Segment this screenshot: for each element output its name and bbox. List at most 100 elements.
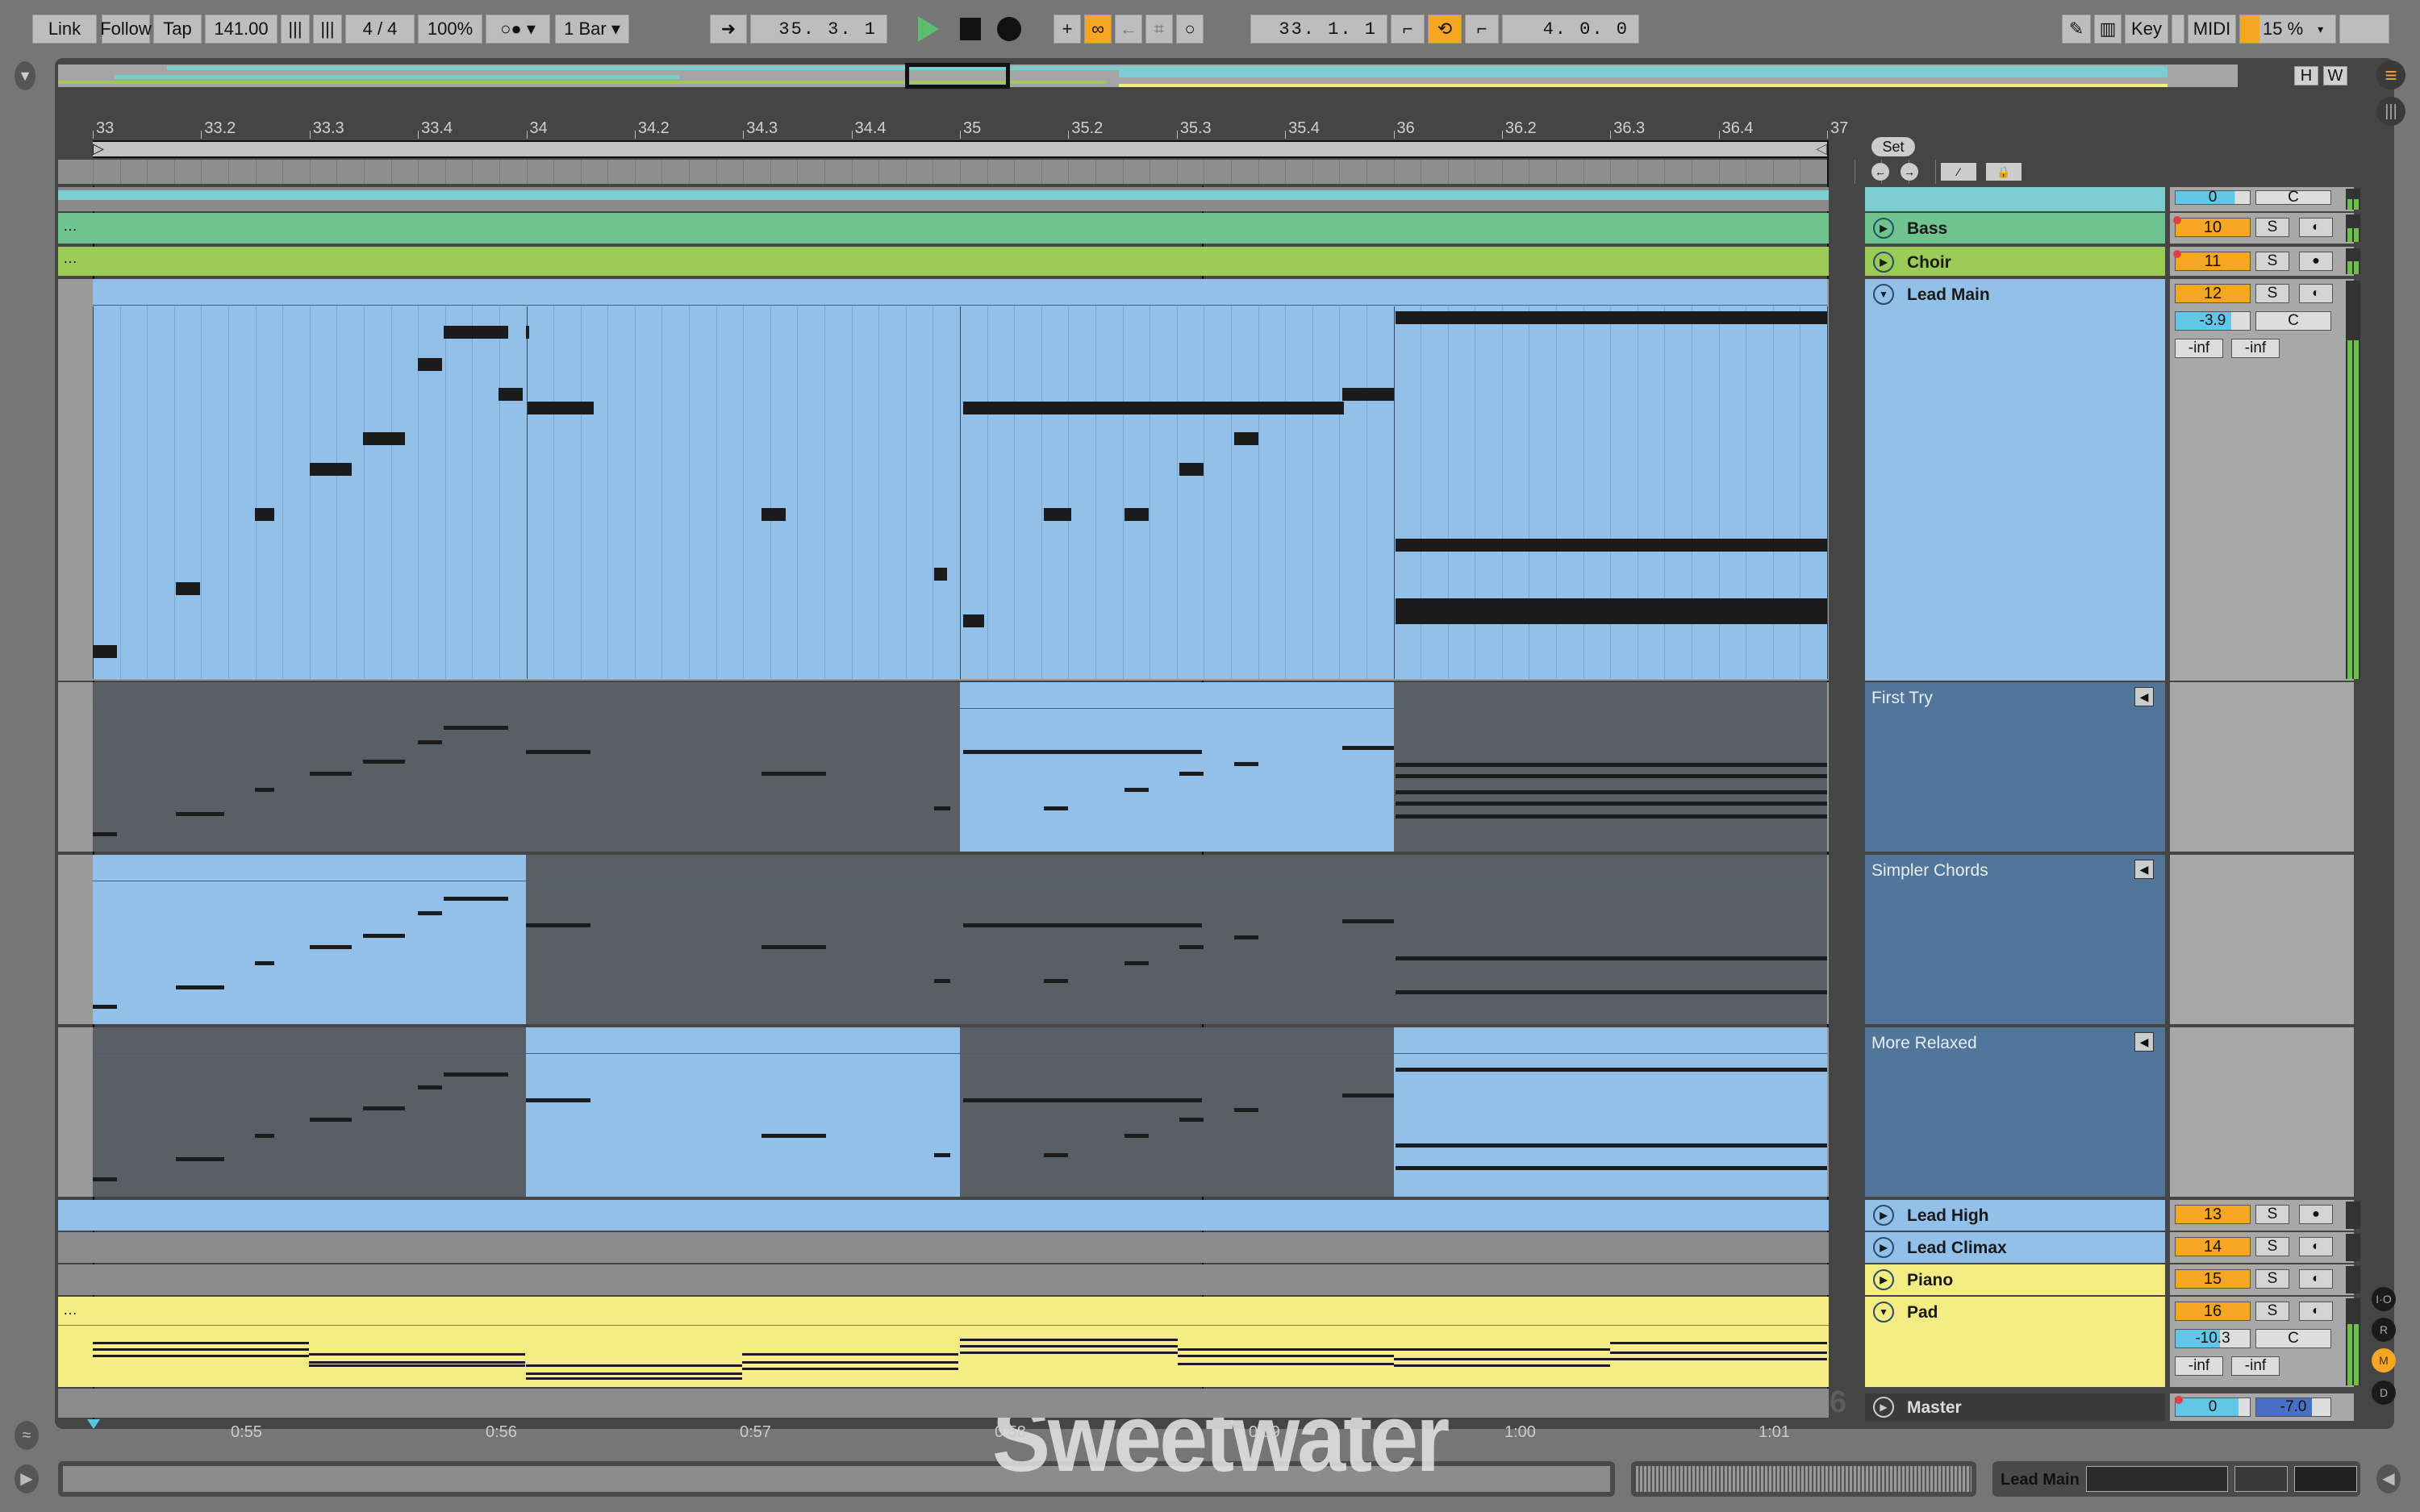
midi-note[interactable] (499, 388, 523, 401)
midi-note[interactable] (310, 945, 352, 949)
track-activator[interactable]: 11 (2175, 252, 2251, 271)
record-icon[interactable] (997, 17, 1021, 41)
midi-note[interactable] (255, 1134, 274, 1138)
midi-note[interactable] (1342, 919, 1394, 923)
clip-menu-icon[interactable]: … (63, 1302, 77, 1318)
midi-note[interactable] (363, 760, 405, 764)
track-header[interactable]: ▶ Lead Climax (1865, 1232, 2165, 1263)
detail-toggle-icon[interactable]: ◀ (2376, 1464, 2401, 1493)
play-icon[interactable] (918, 16, 939, 42)
midi-note[interactable] (1234, 935, 1258, 939)
cpu-meter[interactable]: 15 % ▾ (2239, 15, 2336, 44)
track-volume[interactable]: 0 (2175, 190, 2251, 205)
midi-note[interactable] (761, 945, 826, 949)
loop-start-marker-icon[interactable]: ▷ (93, 140, 104, 157)
collapse-icon[interactable]: ▼ (15, 61, 35, 90)
nudge-down-icon[interactable]: ||| (281, 15, 310, 44)
stop-icon[interactable] (960, 18, 981, 40)
arm-icon[interactable]: ● (2299, 1205, 2333, 1224)
midi-note[interactable] (526, 1372, 742, 1375)
midi-note[interactable] (93, 1342, 309, 1344)
track-activator[interactable]: 14 (2175, 1237, 2251, 1256)
io-toggle-button[interactable]: I·O (2372, 1287, 2396, 1311)
midi-note[interactable] (310, 1118, 352, 1122)
track-header[interactable]: ▼ Lead Main (1865, 279, 2165, 681)
groove-amount-field[interactable]: 100% (418, 15, 482, 44)
overview-viewport[interactable] (905, 63, 1010, 89)
track-activator[interactable]: 13 (2175, 1205, 2251, 1224)
midi-note[interactable] (1396, 814, 1827, 818)
midi-note[interactable] (1342, 1093, 1394, 1098)
clip-menu-icon[interactable]: … (63, 218, 77, 235)
nudge-up-icon[interactable]: ||| (313, 15, 342, 44)
arm-icon[interactable]: ◐ (2299, 1302, 2333, 1321)
midi-note[interactable] (1178, 1348, 1394, 1351)
midi-note[interactable] (960, 1352, 1178, 1354)
midi-note[interactable] (526, 326, 529, 339)
speaker-icon[interactable]: ◀ (2134, 1032, 2154, 1052)
midi-note[interactable] (1396, 311, 1827, 324)
midi-note[interactable] (1044, 1153, 1068, 1157)
midi-note[interactable] (963, 1098, 1202, 1102)
midi-note[interactable] (363, 432, 405, 445)
midi-note[interactable] (1396, 539, 1827, 552)
fit-width-button[interactable]: W (2323, 66, 2347, 85)
loop-length-field[interactable]: 4. 0. 0 (1502, 15, 1639, 44)
quantize-dropdown[interactable]: 1 Bar ▾ (555, 15, 629, 44)
solo-button[interactable]: S (2255, 284, 2289, 303)
solo-button[interactable]: S (2255, 252, 2289, 271)
midi-note[interactable] (310, 463, 352, 476)
midi-note[interactable] (93, 1177, 117, 1181)
speaker-icon[interactable]: ◀ (2134, 687, 2154, 706)
session-record-icon[interactable]: ○ (1176, 15, 1204, 44)
midi-note[interactable] (742, 1361, 958, 1364)
midi-note[interactable] (418, 740, 442, 744)
midi-note[interactable] (93, 645, 117, 658)
midi-note[interactable] (963, 402, 1202, 414)
midi-note[interactable] (1396, 774, 1827, 778)
follow-button[interactable]: Follow (100, 15, 152, 44)
follow-arrow-icon[interactable]: ➜ (710, 15, 747, 44)
track-header[interactable]: ▶ Piano (1865, 1264, 2165, 1295)
solo-button[interactable]: S (2255, 218, 2289, 237)
capture-midi-icon[interactable]: ⌗ (1145, 15, 1173, 44)
next-locator-icon[interactable]: → (1901, 163, 1918, 181)
midi-note[interactable] (1124, 788, 1149, 792)
take-lane-header[interactable]: More Relaxed ◀ (1865, 1027, 2165, 1197)
fold-open-icon[interactable]: ▼ (1873, 1302, 1894, 1322)
midi-note[interactable] (1394, 1348, 1610, 1351)
track-lane-pad[interactable] (58, 1297, 1829, 1387)
take-lane-header[interactable]: First Try ◀ (1865, 682, 2165, 852)
send-b[interactable]: -inf (2231, 1356, 2280, 1376)
midi-note[interactable] (963, 923, 1202, 927)
fold-closed-icon[interactable]: ▶ (1873, 1269, 1894, 1290)
midi-note[interactable] (255, 788, 274, 792)
track-lane-bass[interactable] (58, 213, 1829, 244)
link-button[interactable]: Link (32, 15, 97, 44)
midi-note[interactable] (444, 1073, 508, 1077)
keyboard-icon[interactable]: ▥ (2094, 15, 2122, 44)
midi-note[interactable] (1342, 746, 1394, 750)
midi-note[interactable] (1396, 990, 1827, 994)
midi-note[interactable] (1394, 1358, 1610, 1360)
midi-note[interactable] (418, 911, 442, 915)
solo-button[interactable]: S (2255, 1269, 2289, 1289)
arm-icon[interactable]: ◐ (2299, 218, 2333, 237)
midi-note[interactable] (93, 1005, 117, 1009)
midi-note[interactable] (418, 358, 442, 371)
midi-note[interactable] (1396, 611, 1827, 624)
track-lane-choir[interactable] (58, 247, 1829, 276)
midi-note[interactable] (1610, 1352, 1827, 1354)
midi-note[interactable] (1396, 1166, 1827, 1170)
midi-note[interactable] (742, 1368, 958, 1370)
midi-note[interactable] (444, 897, 508, 901)
midi-note[interactable] (761, 772, 826, 776)
automation-toggle-icon[interactable]: ≈ (15, 1421, 39, 1450)
track-header[interactable]: ▼ Pad (1865, 1297, 2165, 1387)
midi-note[interactable] (1179, 1118, 1204, 1122)
midi-note[interactable] (1124, 961, 1149, 965)
midi-note[interactable] (963, 614, 984, 627)
back-to-arrangement-icon[interactable]: ← (1115, 15, 1142, 44)
midi-note[interactable] (176, 985, 224, 989)
master-pan[interactable]: -7.0 (2255, 1397, 2331, 1417)
